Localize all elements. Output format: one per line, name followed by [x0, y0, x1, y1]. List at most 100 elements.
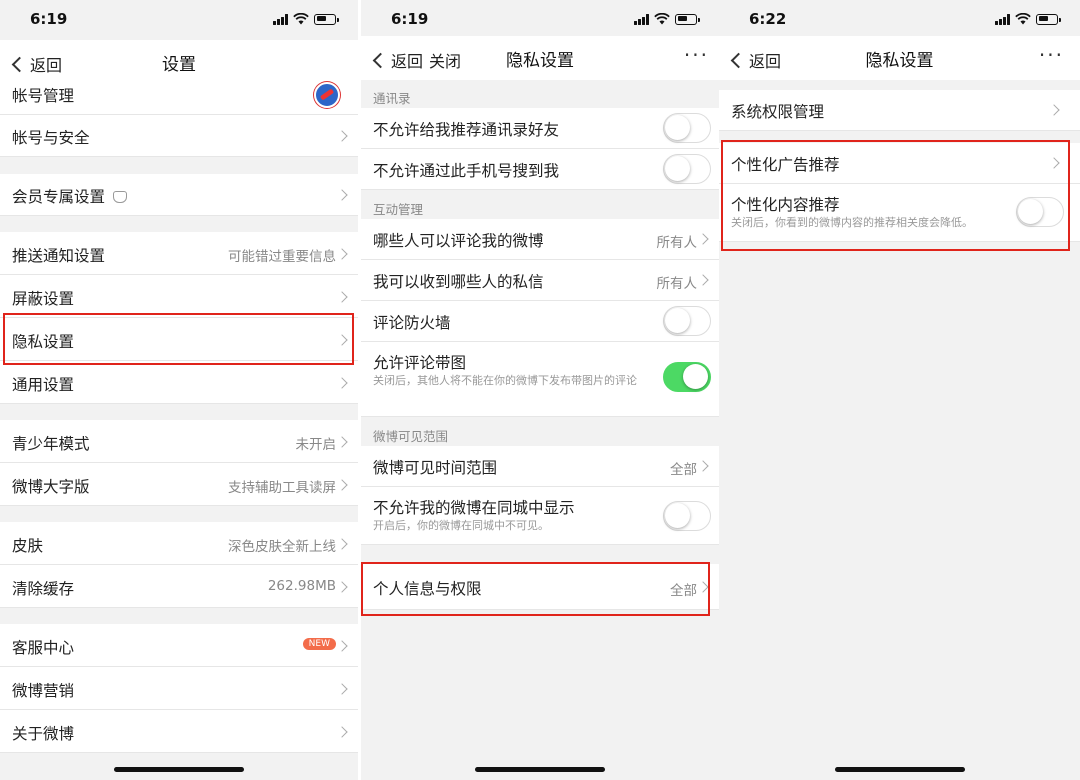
settings-item-about[interactable]: 关于微博	[0, 710, 358, 753]
chevron-right-icon	[336, 377, 348, 389]
item-label: 不允许给我推荐通讯录好友	[373, 121, 560, 139]
item-label: 微博可见时间范围	[373, 459, 498, 477]
status-bar: 6:22	[719, 0, 1080, 38]
chevron-right-icon	[336, 581, 348, 593]
toggle-no-same-city[interactable]	[663, 501, 711, 531]
privacy-settings-screen: 6:19 返回 关闭 隐私设置 ··· 通讯录 不允许给我推荐通讯录好友 不允许…	[361, 0, 719, 780]
home-indicator	[475, 767, 605, 772]
crown-icon	[113, 191, 128, 203]
settings-item-push[interactable]: 推送通知设置 可能错过重要信息	[0, 232, 358, 275]
back-label: 返回	[391, 52, 424, 71]
item-label: 通用设置	[12, 376, 75, 394]
item-label: 评论防火墙	[373, 314, 451, 332]
item-value: 深色皮肤全新上线	[228, 539, 336, 555]
item-value: 262.98MB	[267, 578, 336, 594]
new-badge: NEW	[302, 638, 336, 650]
item-value: 未开启	[295, 437, 337, 453]
item-label: 青少年模式	[12, 435, 90, 453]
settings-item-block[interactable]: 屏蔽设置	[0, 275, 358, 318]
avatar	[314, 82, 340, 108]
back-button[interactable]: 返回	[729, 48, 781, 72]
item-label: 不允许我的微博在同城中显示	[373, 499, 575, 517]
settings-item-general[interactable]: 通用设置	[0, 361, 358, 404]
chevron-right-icon	[697, 274, 709, 286]
chevron-left-icon	[372, 52, 389, 68]
chevron-right-icon	[336, 189, 348, 201]
battery-icon	[1036, 13, 1061, 25]
section-header-visibility: 微博可见范围	[373, 429, 449, 444]
item-label: 客服中心	[12, 639, 75, 657]
nav-bar: 返回 设置	[0, 40, 358, 84]
chevron-right-icon	[697, 460, 709, 472]
item-label: 系统权限管理	[731, 103, 825, 121]
setting-who-message[interactable]: 我可以收到哪些人的私信 所有人	[361, 260, 719, 301]
status-bar: 6:19	[361, 0, 719, 38]
wifi-icon	[1015, 13, 1031, 25]
setting-no-recommend-contacts: 不允许给我推荐通讯录好友	[361, 108, 719, 149]
toggle-no-recommend-contacts[interactable]	[663, 113, 711, 143]
close-button[interactable]: 关闭	[429, 48, 461, 72]
chevron-right-icon	[336, 291, 348, 303]
setting-who-comment[interactable]: 哪些人可以评论我的微博 所有人	[361, 219, 719, 260]
chevron-right-icon	[336, 640, 348, 652]
item-label: 皮肤	[12, 537, 44, 555]
back-label: 返回	[30, 56, 63, 75]
toggle-no-search-by-phone[interactable]	[663, 154, 711, 184]
section-header-contacts: 通讯录	[373, 91, 411, 106]
item-value: 可能错过重要信息	[228, 249, 336, 265]
toggle-allow-comment-images[interactable]	[663, 362, 711, 392]
item-label: 微博营销	[12, 682, 75, 700]
item-description: 开启后，你的微博在同城中不可见。	[373, 519, 549, 532]
setting-comment-firewall: 评论防火墙	[361, 301, 719, 342]
settings-item-account-security[interactable]: 帐号与安全	[0, 115, 358, 157]
more-icon[interactable]: ···	[1039, 43, 1064, 67]
battery-icon	[675, 13, 700, 25]
item-label: 帐号与安全	[12, 129, 90, 147]
settings-item-account-mgmt[interactable]: 帐号管理	[0, 80, 358, 115]
item-label: 不允许通过此手机号搜到我	[373, 162, 560, 180]
setting-system-permissions[interactable]: 系统权限管理	[719, 90, 1080, 131]
item-label: 关于微博	[12, 725, 75, 743]
settings-item-service[interactable]: 客服中心 NEW	[0, 624, 358, 667]
item-value: 所有人	[656, 235, 698, 251]
more-icon[interactable]: ···	[684, 43, 709, 67]
setting-visible-time[interactable]: 微博可见时间范围 全部	[361, 446, 719, 487]
item-label: 微博大字版	[12, 478, 90, 496]
chevron-right-icon	[336, 436, 348, 448]
back-label: 返回	[749, 52, 782, 71]
back-button[interactable]: 返回	[371, 48, 423, 72]
item-value: 所有人	[656, 276, 698, 292]
settings-item-marketing[interactable]: 微博营销	[0, 667, 358, 710]
setting-no-same-city: 不允许我的微博在同城中显示 开启后，你的微博在同城中不可见。	[361, 487, 719, 545]
settings-item-member[interactable]: 会员专属设置	[0, 174, 358, 216]
signal-icon	[634, 13, 649, 25]
chevron-right-icon	[697, 233, 709, 245]
item-description: 关闭后，其他人将不能在你的微博下发布带图片的评论	[373, 374, 637, 387]
chevron-right-icon	[336, 479, 348, 491]
item-label: 会员专属设置	[12, 188, 106, 206]
status-time: 6:22	[749, 10, 787, 28]
settings-item-large-font[interactable]: 微博大字版 支持辅助工具读屏	[0, 463, 358, 506]
battery-icon	[314, 13, 339, 25]
settings-item-skin[interactable]: 皮肤 深色皮肤全新上线	[0, 522, 358, 565]
item-label: 帐号管理	[12, 87, 75, 105]
home-indicator	[834, 767, 965, 772]
item-label: 屏蔽设置	[12, 290, 75, 308]
signal-icon	[273, 13, 288, 25]
section-header-interaction: 互动管理	[373, 202, 424, 217]
chevron-right-icon	[336, 248, 348, 260]
settings-item-youth[interactable]: 青少年模式 未开启	[0, 420, 358, 463]
highlight-box	[361, 562, 710, 616]
item-label: 清除缓存	[12, 580, 75, 598]
status-bar: 6:19	[0, 0, 358, 38]
chevron-right-icon	[336, 130, 348, 142]
privacy-settings-screen-2: 6:22 返回 隐私设置 ··· 系统权限管理 个性化广告推荐 个性化内容推荐 …	[719, 0, 1080, 780]
chevron-right-icon	[336, 726, 348, 738]
item-label: 哪些人可以评论我的微博	[373, 232, 544, 250]
settings-item-cache[interactable]: 清除缓存 262.98MB	[0, 565, 358, 608]
item-label: 允许评论带图	[373, 354, 467, 372]
toggle-comment-firewall[interactable]	[663, 306, 711, 336]
setting-no-search-by-phone: 不允许通过此手机号搜到我	[361, 149, 719, 190]
nav-bar: 返回 关闭 隐私设置 ···	[361, 36, 719, 80]
back-button[interactable]: 返回	[10, 52, 62, 76]
